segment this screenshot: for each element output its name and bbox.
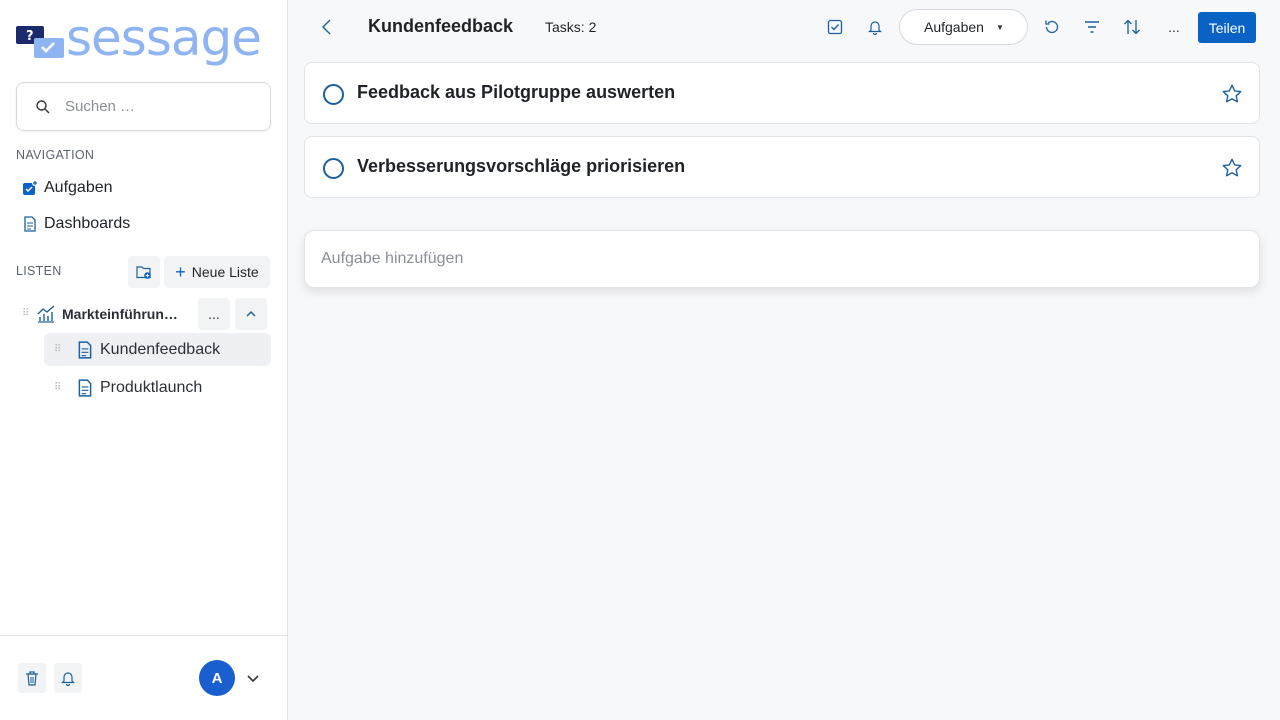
refresh-icon [1045,20,1059,34]
star-icon[interactable] [1221,83,1243,105]
list-item-label: Kundenfeedback [100,340,221,358]
task-item[interactable]: Verbesserungsvorschläge priorisieren [304,136,1260,198]
task-title: Feedback aus Pilotgruppe auswerten [357,82,676,102]
view-select-value: Aufgaben [924,19,984,35]
trash-button[interactable] [18,663,46,693]
search-box[interactable] [16,82,271,131]
drag-handle-icon[interactable]: ⠿ [22,309,36,319]
sort-icon [1124,19,1140,35]
avatar[interactable]: A [199,660,235,696]
filter-icon [1085,21,1099,33]
page-title: Kundenfeedback [368,16,514,36]
logo-text: sessage [66,9,262,67]
nav-item-aufgaben[interactable]: Aufgaben [22,176,113,200]
list-item-kundenfeedback[interactable]: ⠿ Kundenfeedback [44,333,271,366]
document-icon [78,340,92,359]
sidebar: ? sessage NAVIGATION Aufgaben Dashboards… [0,0,288,720]
search-icon [36,99,50,113]
list-item-label: Produktlaunch [100,378,203,396]
app-logo[interactable]: ? sessage [16,9,276,70]
add-task-box[interactable] [304,230,1260,288]
list-group-title: Markteinführun… [62,306,178,322]
navigation-label: NAVIGATION [16,148,95,162]
task-item[interactable]: Feedback aus Pilotgruppe auswerten [304,62,1260,124]
document-icon [78,378,92,397]
drag-handle-icon[interactable]: ⠿ [54,382,68,392]
new-list-button[interactable]: + Neue Liste [164,256,270,288]
svg-text:?: ? [26,29,34,44]
chevron-down-icon[interactable] [246,671,260,685]
topbar: Kundenfeedback Tasks: 2 Aufgaben ▼ ... T… [288,0,1280,54]
nav-item-label: Aufgaben [44,179,113,196]
search-input[interactable] [65,98,245,115]
refresh-button[interactable] [1040,15,1064,39]
caret-down-icon: ▼ [995,22,1004,32]
star-icon[interactable] [1221,157,1243,179]
document-icon [24,216,36,232]
folder-add-icon [136,266,151,279]
add-folder-button[interactable] [128,256,160,288]
share-button[interactable]: Teilen [1198,12,1256,43]
plus-icon: + [175,262,186,282]
chart-line-icon [37,305,55,323]
bell-icon [61,672,75,686]
list-group-more-button[interactable]: ... [198,298,230,330]
checkbox-icon [827,19,843,35]
add-task-input[interactable] [321,250,1221,268]
logo-icon: ? [16,26,64,58]
list-item-produktlaunch[interactable]: ⠿ Produktlaunch [44,371,271,404]
more-button[interactable]: ... [1162,15,1186,39]
collapse-button[interactable] [235,298,267,330]
task-checkbox[interactable] [323,158,344,179]
task-title: Verbesserungsvorschläge priorisieren [357,156,686,176]
notifications-button[interactable] [54,663,82,693]
nav-item-dashboards[interactable]: Dashboards [22,212,130,236]
tasks-add-icon [23,180,38,195]
chevron-up-icon [246,311,256,317]
checklist-button[interactable] [823,15,847,39]
nav-item-label: Dashboards [44,215,131,232]
view-select[interactable]: Aufgaben ▼ [899,9,1028,45]
task-count: Tasks: 2 [545,19,597,35]
lists-label: LISTEN [16,264,62,278]
trash-icon [26,671,38,686]
task-checkbox[interactable] [323,84,344,105]
filter-button[interactable] [1080,15,1104,39]
new-list-label: Neue Liste [191,264,259,280]
bell-icon [868,21,882,35]
sort-button[interactable] [1120,15,1144,39]
back-arrow-icon[interactable] [320,18,334,36]
drag-handle-icon[interactable]: ⠿ [54,344,68,354]
reminder-button[interactable] [863,15,887,39]
